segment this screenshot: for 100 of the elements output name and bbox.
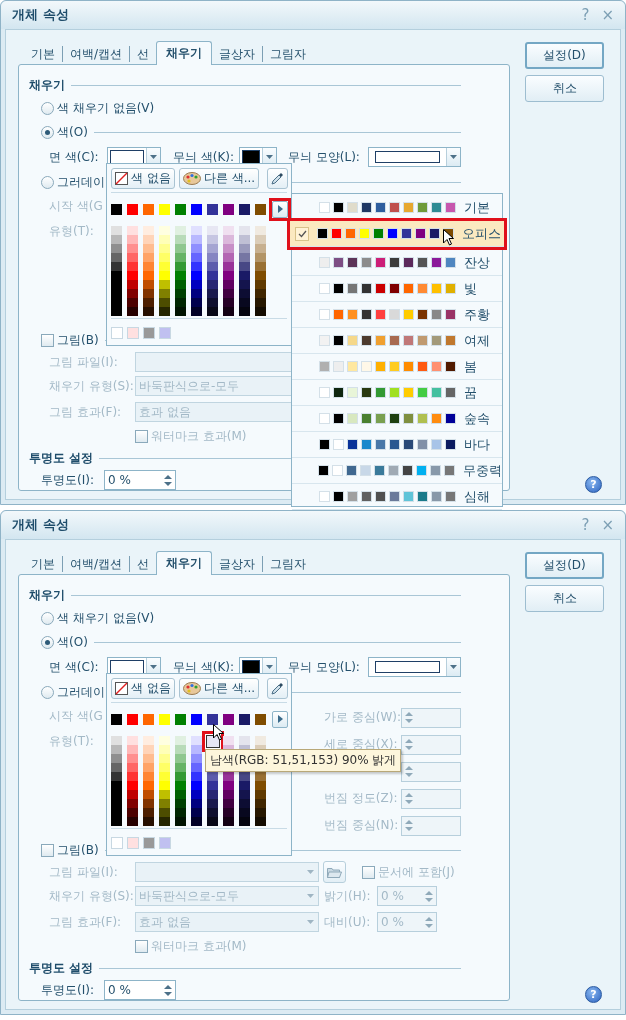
color-swatch[interactable]: [239, 799, 250, 808]
color-swatch[interactable]: [255, 235, 266, 244]
color-swatch[interactable]: [223, 799, 234, 808]
color-swatch[interactable]: [143, 298, 154, 307]
color-swatch[interactable]: [159, 713, 170, 725]
color-swatch[interactable]: [127, 271, 138, 280]
color-swatch[interactable]: [255, 280, 266, 289]
color-swatch[interactable]: [175, 817, 186, 826]
color-swatch[interactable]: [111, 745, 122, 754]
color-swatch[interactable]: [239, 262, 250, 271]
color-swatch[interactable]: [239, 307, 250, 316]
color-swatch[interactable]: [255, 781, 266, 790]
color-swatch[interactable]: [127, 781, 138, 790]
color-swatch[interactable]: [191, 808, 202, 817]
color-swatch[interactable]: [223, 781, 234, 790]
color-swatch[interactable]: [191, 772, 202, 781]
color-swatch[interactable]: [143, 271, 154, 280]
color-swatch[interactable]: [143, 280, 154, 289]
color-swatch[interactable]: [175, 790, 186, 799]
pattern-dropdown[interactable]: [368, 147, 461, 167]
color-swatch[interactable]: [111, 271, 122, 280]
color-swatch[interactable]: [111, 763, 122, 772]
color-swatch[interactable]: [207, 298, 218, 307]
color-swatch[interactable]: [191, 745, 202, 754]
color-swatch[interactable]: [207, 235, 218, 244]
color-swatch[interactable]: [143, 253, 154, 262]
color-swatch[interactable]: [111, 736, 122, 745]
color-swatch[interactable]: [223, 817, 234, 826]
color-swatch[interactable]: [191, 790, 202, 799]
color-swatch[interactable]: [111, 203, 122, 215]
spin-field[interactable]: 0 %: [104, 470, 176, 490]
color-swatch[interactable]: [207, 781, 218, 790]
color-swatch[interactable]: [223, 235, 234, 244]
color-swatch[interactable]: [255, 262, 266, 271]
color-swatch[interactable]: [143, 262, 154, 271]
color-swatch[interactable]: [255, 244, 266, 253]
color-swatch[interactable]: [191, 271, 202, 280]
color-swatch[interactable]: [223, 271, 234, 280]
color-swatch[interactable]: [111, 754, 122, 763]
theme-menu-item[interactable]: 봄: [292, 354, 502, 380]
color-swatch[interactable]: [175, 289, 186, 298]
tab[interactable]: 글상자: [212, 44, 263, 64]
confirm-button[interactable]: 설정(D): [525, 42, 604, 69]
color-swatch[interactable]: [175, 808, 186, 817]
tab[interactable]: 글상자: [212, 554, 263, 574]
color-swatch[interactable]: [143, 235, 154, 244]
color-swatch[interactable]: [143, 244, 154, 253]
color-swatch[interactable]: [111, 235, 122, 244]
confirm-button[interactable]: 설정(D): [525, 552, 604, 579]
color-swatch[interactable]: [127, 244, 138, 253]
color-swatch[interactable]: [191, 262, 202, 271]
color-swatch[interactable]: [239, 226, 250, 235]
color-swatch[interactable]: [239, 736, 250, 745]
color-swatch[interactable]: [239, 781, 250, 790]
color-swatch[interactable]: [239, 808, 250, 817]
color-swatch[interactable]: [239, 790, 250, 799]
color-swatch[interactable]: [159, 745, 170, 754]
color-swatch[interactable]: [111, 262, 122, 271]
color-swatch[interactable]: [127, 790, 138, 799]
color-swatch[interactable]: [159, 763, 170, 772]
color-swatch[interactable]: [223, 289, 234, 298]
color-swatch[interactable]: [239, 289, 250, 298]
color-swatch[interactable]: [191, 253, 202, 262]
color-swatch[interactable]: [175, 253, 186, 262]
color-swatch[interactable]: [223, 226, 234, 235]
color-swatch[interactable]: [159, 799, 170, 808]
color-swatch[interactable]: [175, 307, 186, 316]
color-swatch[interactable]: [207, 799, 218, 808]
color-swatch[interactable]: [239, 244, 250, 253]
color-swatch[interactable]: [239, 253, 250, 262]
color-swatch[interactable]: [143, 837, 155, 849]
color-swatch[interactable]: [159, 289, 170, 298]
color-swatch[interactable]: [255, 253, 266, 262]
theme-menu-item[interactable]: 바다: [292, 432, 502, 458]
theme-menu-item[interactable]: 오피스: [290, 221, 504, 247]
color-swatch[interactable]: [159, 327, 171, 339]
color-swatch[interactable]: [127, 327, 139, 339]
color-swatch[interactable]: [191, 754, 202, 763]
color-swatch[interactable]: [175, 745, 186, 754]
color-swatch[interactable]: [127, 799, 138, 808]
radio-button[interactable]: [41, 611, 54, 625]
color-swatch[interactable]: [191, 307, 202, 316]
color-swatch[interactable]: [127, 713, 138, 725]
tab[interactable]: 채우기: [156, 551, 213, 575]
color-swatch[interactable]: [207, 244, 218, 253]
theme-menu-item[interactable]: 꿈: [292, 380, 502, 406]
color-swatch[interactable]: [207, 713, 218, 725]
color-swatch[interactable]: [159, 226, 170, 235]
color-swatch[interactable]: [143, 799, 154, 808]
theme-menu-item[interactable]: 여제: [292, 328, 502, 354]
color-swatch[interactable]: [223, 244, 234, 253]
color-swatch[interactable]: [111, 226, 122, 235]
tab[interactable]: 기본: [24, 44, 62, 64]
spin-field[interactable]: 0 %: [104, 980, 176, 1000]
more-colors-button[interactable]: 다른 색...: [178, 677, 260, 699]
color-swatch[interactable]: [191, 226, 202, 235]
color-swatch[interactable]: [127, 235, 138, 244]
theme-menu-item[interactable]: 숲속: [292, 406, 502, 432]
color-swatch[interactable]: [175, 736, 186, 745]
color-swatch[interactable]: [239, 772, 250, 781]
